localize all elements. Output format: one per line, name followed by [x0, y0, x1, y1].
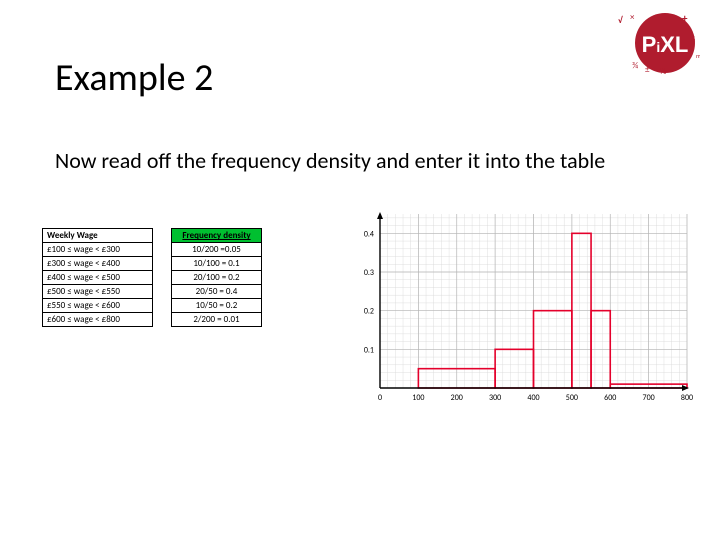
histogram-chart: 0 100 200 300 400 500 600 700 800 0.1 0.2 0.3 0.4: [348, 208, 693, 408]
frequency-density-table: Frequency density 10/200 =0.05 10/100 = …: [171, 228, 262, 327]
table-row: 20/50 = 0.4: [172, 285, 262, 299]
svg-text:800: 800: [681, 393, 693, 403]
table-row: 20/100 = 0.2: [172, 271, 262, 285]
svg-text:0.3: 0.3: [364, 268, 374, 278]
svg-text:0.1: 0.1: [364, 345, 374, 355]
table-row: £500 ≤ wage < £550: [43, 285, 153, 299]
slide-title: Example 2: [55, 55, 213, 101]
svg-text:¾: ¾: [632, 60, 638, 71]
tables-container: Weekly Wage £100 ≤ wage < £300 £300 ≤ wa…: [42, 228, 262, 327]
svg-text:×: ×: [630, 12, 635, 23]
svg-text:400: 400: [527, 393, 539, 403]
svg-text:700: 700: [643, 393, 655, 403]
svg-text:0: 0: [378, 393, 382, 403]
svg-text:±: ±: [645, 64, 650, 75]
table-row: 10/50 = 0.2: [172, 299, 262, 313]
svg-text:0.4: 0.4: [364, 229, 374, 239]
table-row: £550 ≤ wage < £600: [43, 299, 153, 313]
pixl-logo: √ × + ½ ¾ ± % PiXL maths: [610, 8, 700, 78]
table-row: £300 ≤ wage < £400: [43, 257, 153, 271]
slide-subtitle: Now read off the frequency density and e…: [55, 148, 615, 174]
svg-text:600: 600: [604, 393, 616, 403]
wage-header: Weekly Wage: [43, 229, 153, 243]
svg-text:+: +: [682, 12, 688, 25]
svg-text:200: 200: [451, 393, 463, 403]
svg-text:0.2: 0.2: [364, 307, 374, 317]
table-row: 10/100 = 0.1: [172, 257, 262, 271]
svg-text:300: 300: [489, 393, 501, 403]
fd-header: Frequency density: [172, 229, 262, 243]
svg-text:100: 100: [412, 393, 424, 403]
svg-text:½: ½: [690, 35, 696, 45]
svg-text:maths: maths: [696, 52, 700, 60]
svg-text:PiXL: PiXL: [642, 32, 689, 57]
table-row: £600 ≤ wage < £800: [43, 313, 153, 327]
weekly-wage-table: Weekly Wage £100 ≤ wage < £300 £300 ≤ wa…: [42, 228, 153, 327]
table-row: £400 ≤ wage < £500: [43, 271, 153, 285]
table-row: £100 ≤ wage < £300: [43, 243, 153, 257]
svg-text:√: √: [618, 15, 623, 26]
table-row: 10/200 =0.05: [172, 243, 262, 257]
svg-text:500: 500: [566, 393, 578, 403]
svg-text:%: %: [660, 66, 667, 77]
table-row: 2/200 = 0.01: [172, 313, 262, 327]
